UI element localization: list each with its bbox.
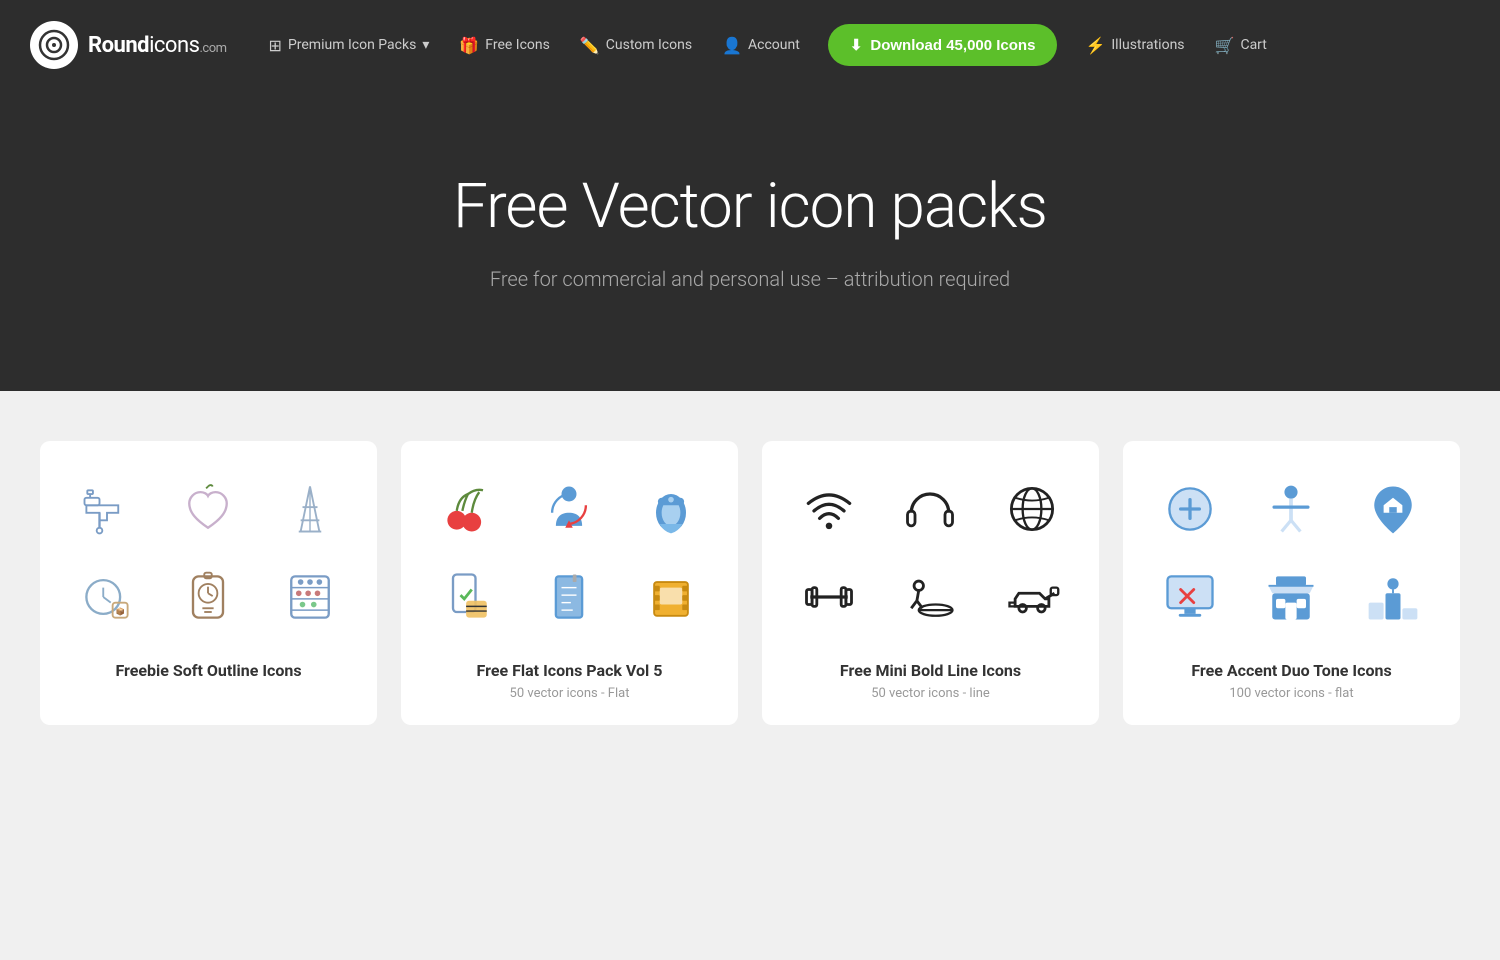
- hero-title: Free Vector icon packs: [20, 170, 1480, 243]
- logo-text: Roundicons.com: [88, 33, 227, 58]
- icon-wifi: [782, 469, 876, 549]
- icon-person-spread: [1245, 469, 1339, 549]
- nav-items: ⊞ Premium Icon Packs ▾ 🎁 Free Icons ✏️ C…: [257, 24, 1470, 66]
- icon-cherry: [421, 469, 515, 549]
- icon-barbell: [782, 557, 876, 637]
- cards-grid: 📦: [40, 441, 1460, 725]
- icon-faucet: [60, 469, 154, 549]
- cart-icon: 🛒: [1215, 36, 1235, 55]
- card-free-mini-bold-line[interactable]: Free Mini Bold Line Icons 50 vector icon…: [762, 441, 1099, 725]
- nav-item-custom-icons[interactable]: ✏️ Custom Icons: [568, 28, 704, 63]
- icon-phone: [624, 469, 718, 549]
- chevron-down-icon: ▾: [422, 37, 429, 53]
- hero-section: Free Vector icon packs Free for commerci…: [0, 90, 1500, 391]
- icon-globe: [985, 469, 1079, 549]
- content-section: 📦: [0, 391, 1500, 775]
- card-freebie-soft-outline[interactable]: 📦: [40, 441, 377, 725]
- icon-apple-heart: [162, 469, 256, 549]
- icon-mobile-check: [421, 557, 515, 637]
- icon-monitor-cancel: [1143, 557, 1237, 637]
- card-subtitle-free-flat-vol5: 50 vector icons - Flat: [421, 686, 718, 701]
- icon-treadmill: [884, 557, 978, 637]
- card-title-freebie-soft-outline: Freebie Soft Outline Icons: [60, 661, 357, 680]
- nav-item-premium-icon-packs[interactable]: ⊞ Premium Icon Packs ▾: [257, 28, 442, 63]
- icon-store-blue: [1245, 557, 1339, 637]
- card-icons-grid: [1143, 469, 1440, 637]
- icon-headphones: [884, 469, 978, 549]
- hero-subtitle: Free for commercial and personal use – a…: [20, 267, 1480, 291]
- nav-item-free-icons[interactable]: 🎁 Free Icons: [447, 28, 562, 63]
- card-free-accent-duo-tone[interactable]: Free Accent Duo Tone Icons 100 vector ic…: [1123, 441, 1460, 725]
- user-icon: 👤: [722, 36, 742, 55]
- icon-eiffel: [263, 469, 357, 549]
- icon-car-plug: [985, 557, 1079, 637]
- card-subtitle-free-accent-duo-tone: 100 vector icons - flat: [1143, 686, 1440, 701]
- icon-location-home: [1346, 469, 1440, 549]
- icon-abacus: [263, 557, 357, 637]
- download-icon: ⬇: [850, 36, 863, 54]
- icon-podium: [1346, 557, 1440, 637]
- svg-text:📦: 📦: [115, 607, 124, 616]
- nav-item-cart[interactable]: 🛒 Cart: [1203, 28, 1279, 63]
- icon-add-circle: [1143, 469, 1237, 549]
- card-title-free-mini-bold-line: Free Mini Bold Line Icons: [782, 661, 1079, 680]
- logo-icon: [30, 21, 78, 69]
- icon-person-rotate: [523, 469, 617, 549]
- card-subtitle-free-mini-bold-line: 50 vector icons - line: [782, 686, 1079, 701]
- pencil-icon: ✏️: [580, 36, 600, 55]
- card-title-free-flat-vol5: Free Flat Icons Pack Vol 5: [421, 661, 718, 680]
- icon-blueprint: [523, 557, 617, 637]
- card-icons-grid: [782, 469, 1079, 637]
- icon-compass-box: 📦: [60, 557, 154, 637]
- logo[interactable]: Roundicons.com: [30, 21, 227, 69]
- lightning-icon: ⚡: [1085, 36, 1105, 55]
- icon-old-clock: [162, 557, 256, 637]
- card-icons-grid: [421, 469, 718, 637]
- card-icons-grid: 📦: [60, 469, 357, 637]
- card-title-free-accent-duo-tone: Free Accent Duo Tone Icons: [1143, 661, 1440, 680]
- card-free-flat-vol5[interactable]: Free Flat Icons Pack Vol 5 50 vector ico…: [401, 441, 738, 725]
- nav-item-illustrations[interactable]: ⚡ Illustrations: [1073, 28, 1196, 63]
- icon-film: [624, 557, 718, 637]
- nav-item-account[interactable]: 👤 Account: [710, 28, 812, 63]
- download-cta-button[interactable]: ⬇ Download 45,000 Icons: [828, 24, 1058, 66]
- grid-icon: ⊞: [269, 36, 282, 55]
- navbar: Roundicons.com ⊞ Premium Icon Packs ▾ 🎁 …: [0, 0, 1500, 90]
- gift-icon: 🎁: [459, 36, 479, 55]
